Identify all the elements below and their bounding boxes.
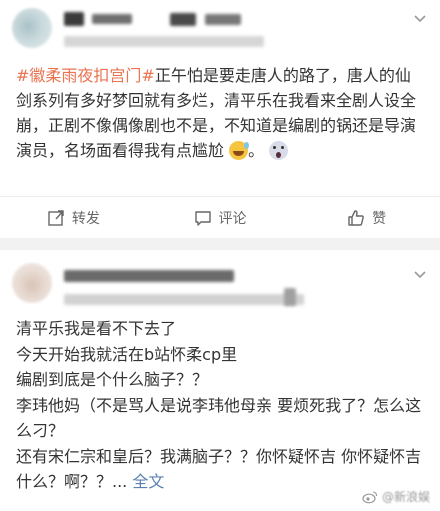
thumbs-up-icon (348, 210, 365, 226)
post-line: 还有宋仁宗和皇后？我满脑子？？你怀疑怀吉 你怀疑怀吉什么？啊？？... 全文 (16, 444, 426, 495)
chevron-down-icon[interactable] (412, 10, 428, 26)
comment-button[interactable]: 评论 (147, 197, 294, 239)
like-label: 赞 (372, 211, 387, 227)
username-blurred[interactable] (64, 12, 84, 26)
like-button[interactable]: 赞 (293, 197, 440, 239)
post-body: #徽柔雨夜扣宫门#正午怕是要走唐人的路了，唐人的仙剑系列有多好梦回就有多烂，清平… (16, 63, 424, 163)
full-text-link[interactable]: 全文 (132, 472, 164, 491)
weibo-logo-icon (362, 490, 378, 503)
weibo-post-card: 清平乐我是看不下去了 今天开始我就活在b站怀柔cp里 编剧到底是个什么脑子？？ … (0, 250, 440, 511)
post-line: 编剧到底是个什么脑子？？ (16, 370, 209, 389)
comment-icon (194, 211, 211, 226)
watermark: @新浪娱 (362, 488, 430, 505)
post-line-text: 还有宋仁宗和皇后？我满脑子？？你怀疑怀吉 你怀疑怀吉什么？啊？？... (16, 446, 422, 492)
repost-label: 转发 (71, 211, 100, 227)
post-meta-blurred (64, 294, 304, 305)
post-meta-blurred (284, 288, 296, 306)
username-blurred[interactable] (170, 13, 196, 26)
repost-icon (48, 210, 64, 226)
hashtag-link[interactable]: #徽柔雨夜扣宫门# (16, 66, 155, 85)
avatar[interactable] (12, 263, 52, 303)
post-line: 李玮他妈（不是骂人是说李玮他母亲 要烦死我了？怎么这么刁？ (16, 395, 422, 441)
post-line: 今天开始我就活在b站怀柔cp里 (16, 344, 238, 364)
username-blurred[interactable] (92, 14, 132, 24)
chevron-down-icon[interactable] (412, 266, 428, 282)
post-meta-blurred (64, 36, 264, 47)
username-blurred[interactable] (205, 14, 241, 25)
comment-label: 评论 (218, 211, 247, 227)
weibo-post-card: #徽柔雨夜扣宫门#正午怕是要走唐人的路了，唐人的仙剑系列有多好梦回就有多烂，清平… (0, 0, 440, 238)
action-bar: 转发 评论 赞 (0, 196, 440, 239)
repost-button[interactable]: 转发 (0, 197, 147, 239)
username-blurred[interactable] (64, 270, 234, 282)
sweat-smile-icon (229, 141, 250, 160)
watermark-text: @新浪娱 (381, 490, 430, 504)
scream-face-icon (269, 141, 289, 160)
post-body: 清平乐我是看不下去了 今天开始我就活在b站怀柔cp里 编剧到底是个什么脑子？？ … (16, 316, 426, 495)
post-line: 清平乐我是看不下去了 (16, 319, 177, 338)
post-text-end: 。 (248, 141, 265, 160)
avatar[interactable] (12, 8, 52, 48)
